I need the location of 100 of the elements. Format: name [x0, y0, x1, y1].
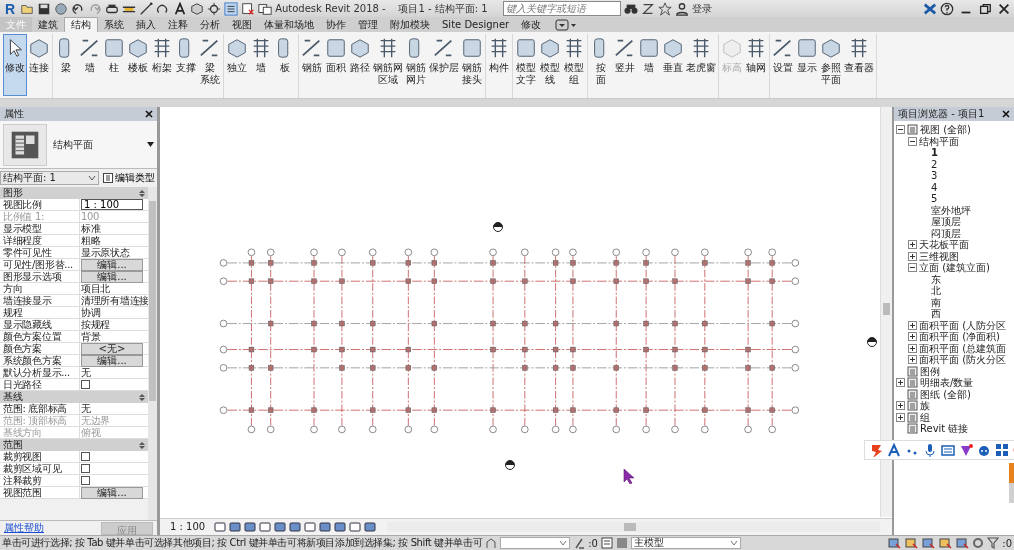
microphone-icon[interactable]: [923, 443, 937, 457]
ribbon-tool-button[interactable]: 板: [273, 34, 297, 96]
scrollbar[interactable]: [880, 107, 892, 517]
dimension-icon[interactable]: [139, 1, 154, 16]
ribbon-tool-button[interactable]: 墙: [637, 34, 661, 96]
ribbon-tool-button[interactable]: 桁架: [150, 34, 174, 96]
tree-item[interactable]: 面积平面 (总建筑面: [919, 342, 1007, 354]
ribbon-tool-button[interactable]: 楼板: [126, 34, 150, 96]
tree-item[interactable]: 族: [920, 400, 930, 412]
expand-icon[interactable]: [908, 320, 917, 330]
ribbon-tool-button[interactable]: 显示: [795, 34, 819, 96]
tree-item[interactable]: 图例: [920, 365, 940, 377]
checkbox[interactable]: [81, 380, 90, 389]
tree-item[interactable]: 5: [931, 193, 938, 205]
sign-in-link[interactable]: 登录: [691, 1, 712, 16]
ribbon-tool-button[interactable]: 墙: [249, 34, 273, 96]
scale-field[interactable]: 1 : 100: [81, 199, 143, 210]
tree-item[interactable]: 4: [931, 181, 938, 193]
ribbon-tab[interactable]: 注释: [162, 17, 194, 32]
ribbon-tool-button[interactable]: 修改: [3, 34, 27, 96]
tree-item[interactable]: 闷顶层: [931, 227, 961, 239]
tree-item[interactable]: 室外地坪: [931, 204, 971, 216]
ribbon-tool-button[interactable]: 梁系统: [198, 34, 222, 96]
ribbon-tab[interactable]: 结构: [64, 17, 98, 32]
tree-item[interactable]: 2: [931, 158, 938, 170]
ribbon-tool-button[interactable]: 设置: [771, 34, 795, 96]
checkbox[interactable]: [81, 464, 90, 473]
ribbon-options-icon[interactable]: [555, 19, 578, 31]
ribbon-tab[interactable]: 附加模块: [384, 17, 436, 32]
tree-item[interactable]: 西: [931, 308, 941, 320]
app-logo[interactable]: R: [3, 0, 18, 17]
tree-item[interactable]: 面积平面 (人防分区: [919, 319, 1007, 331]
ribbon-tab[interactable]: 修改: [515, 17, 548, 32]
ribbon-tool-button[interactable]: 参照平面: [819, 34, 843, 96]
close-icon[interactable]: [997, 1, 1011, 16]
expand-icon[interactable]: [908, 355, 917, 365]
tree-item[interactable]: 明细表/数量: [920, 377, 974, 389]
checkbox[interactable]: [81, 452, 90, 461]
tree-item[interactable]: 东: [931, 273, 941, 285]
instance-dropdown[interactable]: 结构平面: 1: [0, 171, 99, 185]
edit-type-button[interactable]: 编辑类型: [101, 171, 157, 185]
properties-help-link[interactable]: 属性帮助: [4, 521, 44, 535]
ribbon-tool-button[interactable]: 支撑: [174, 34, 198, 96]
ribbon-tool-button[interactable]: 连接: [27, 34, 51, 96]
ribbon-tool-button[interactable]: 模型文字: [514, 34, 538, 96]
thin-lines-icon[interactable]: [224, 1, 239, 16]
tree-item[interactable]: 面积平面 (净面积): [919, 331, 1000, 343]
ribbon-tab[interactable]: 管理: [352, 17, 384, 32]
ribbon-tool-button[interactable]: 模型线: [538, 34, 562, 96]
tree-item[interactable]: Revit 链接: [920, 423, 969, 435]
ribbon-tool-button[interactable]: 查看器: [843, 34, 875, 96]
tree-item[interactable]: 南: [931, 296, 941, 308]
tree-item[interactable]: 1: [931, 147, 938, 159]
design-option-dropdown[interactable]: 主模型: [630, 537, 741, 549]
scrollbar[interactable]: [148, 187, 157, 520]
tree-item[interactable]: 图纸 (全部): [920, 388, 971, 400]
ribbon-tab[interactable]: 系统: [98, 17, 130, 32]
font-icon[interactable]: [887, 443, 901, 457]
expand-icon[interactable]: [896, 412, 905, 422]
expand-icon[interactable]: [908, 332, 917, 342]
expand-icon[interactable]: [896, 401, 905, 411]
tree-item[interactable]: 立面 (建筑立面): [919, 262, 990, 274]
section-header[interactable]: 图形: [0, 187, 148, 199]
save-icon[interactable]: [37, 1, 52, 16]
tree-item[interactable]: 视图 (全部): [920, 124, 971, 136]
collapse-icon[interactable]: [908, 136, 917, 146]
user-icon[interactable]: [674, 1, 689, 16]
design-options-icon[interactable]: [600, 537, 613, 549]
ribbon-tab[interactable]: 协作: [320, 17, 352, 32]
close-views-icon[interactable]: [241, 1, 256, 16]
ribbon-tool-button[interactable]: 钢筋网片: [404, 34, 428, 96]
tree-item[interactable]: 3: [931, 170, 938, 182]
expand-icon[interactable]: [908, 240, 917, 250]
tree-item[interactable]: 结构平面: [919, 135, 959, 147]
close-icon[interactable]: [1002, 110, 1010, 118]
ribbon-tool-button[interactable]: 柱: [102, 34, 126, 96]
ribbon-tool-button[interactable]: 按面: [589, 34, 613, 96]
ribbon-tab[interactable]: 视图: [226, 17, 258, 32]
ribbon-tool-button[interactable]: 构件: [487, 34, 511, 96]
emoji-icon[interactable]: [977, 443, 991, 457]
keyboard-icon[interactable]: [941, 443, 955, 457]
star-icon[interactable]: [657, 1, 672, 16]
expand-icon[interactable]: [908, 251, 917, 261]
checkbox[interactable]: [81, 476, 90, 485]
ribbon-tool-button[interactable]: 面积: [324, 34, 348, 96]
grid-menu-icon[interactable]: [995, 443, 1009, 457]
tree-item[interactable]: 组: [920, 411, 930, 423]
ribbon-tool-button[interactable]: 路径: [348, 34, 372, 96]
ribbon-tab[interactable]: Site Designer: [436, 17, 516, 32]
view-scale[interactable]: 1 : 100: [170, 521, 206, 532]
ribbon-tab[interactable]: 体量和场地: [258, 17, 320, 32]
ribbon-tool-button[interactable]: 模型组: [562, 34, 586, 96]
ribbon-tool-button[interactable]: 独立: [225, 34, 249, 96]
ribbon-tab[interactable]: 建筑: [32, 17, 64, 32]
section-header[interactable]: 范围: [0, 439, 148, 451]
ribbon-tab[interactable]: 分析: [194, 17, 226, 32]
ribbon-tool-button[interactable]: 钢筋接头: [460, 34, 484, 96]
scrollbar[interactable]: [387, 521, 880, 532]
tree-item[interactable]: 北: [931, 285, 941, 297]
ribbon-tab[interactable]: 插入: [130, 17, 162, 32]
